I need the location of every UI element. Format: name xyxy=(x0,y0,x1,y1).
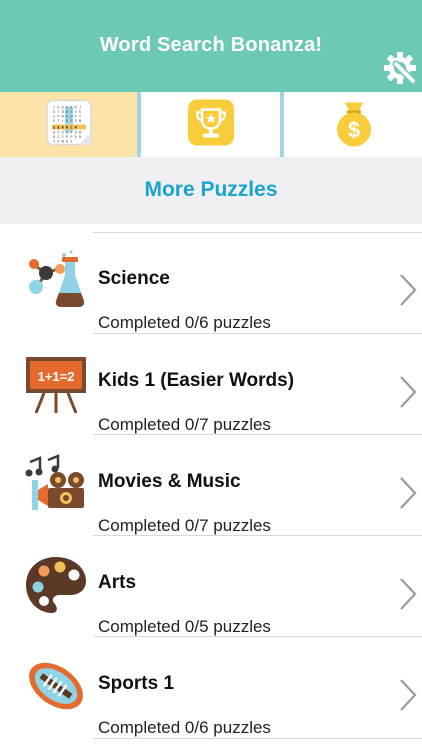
section-header: More Puzzles xyxy=(0,157,422,224)
list-item-kids-1[interactable]: 1+1=2 Kids 1 (Easier Words) Completed 0/… xyxy=(0,334,422,435)
paint-palette-icon xyxy=(24,553,88,617)
category-list[interactable]: Science Completed 0/6 puzzles 1+1=2 Kids… xyxy=(0,224,422,750)
tab-achievements[interactable] xyxy=(141,92,280,157)
svg-text:T O N R J: T O N R J xyxy=(53,139,72,143)
row-divider xyxy=(93,738,422,739)
gear-wrench-icon xyxy=(384,52,417,85)
chalkboard-icon: 1+1=2 xyxy=(24,351,88,415)
svg-text:I E D E K M J: I E D E K M J xyxy=(53,105,81,109)
category-progress: Completed 0/5 puzzles xyxy=(98,617,271,636)
category-title: Science xyxy=(98,268,170,289)
category-title: Arts xyxy=(98,572,137,593)
tab-divider xyxy=(280,92,284,157)
category-title: Kids 1 (Easier Words) xyxy=(98,370,295,391)
chevron-right-icon xyxy=(400,477,417,509)
category-progress: Completed 0/7 puzzles xyxy=(98,516,271,535)
section-title: More Puzzles xyxy=(144,178,278,201)
chevron-right-icon xyxy=(400,274,417,306)
tab-puzzles[interactable]: I E D E K M J E T B W S X K S P M V H P … xyxy=(0,92,137,157)
list-item-arts[interactable]: Arts Completed 0/5 puzzles xyxy=(0,536,422,637)
word-search-grid-icon: I E D E K M J E T B W S X K S P M V H P … xyxy=(45,98,93,151)
category-progress: Completed 0/6 puzzles xyxy=(98,718,271,737)
football-icon xyxy=(24,654,88,718)
tab-bar: I E D E K M J E T B W S X K S P M V H P … xyxy=(0,92,422,157)
money-bag-icon: $ xyxy=(333,98,375,151)
app-title: Word Search Bonanza! xyxy=(99,34,323,56)
chevron-right-icon xyxy=(400,679,417,711)
category-progress: Completed 0/6 puzzles xyxy=(98,313,271,332)
svg-text:E T B W S X K: E T B W S X K xyxy=(53,110,82,114)
chevron-right-icon xyxy=(400,376,417,408)
svg-text:S E A R C H: S E A R C H xyxy=(53,125,77,129)
svg-text:$: $ xyxy=(347,117,359,142)
chalkboard-text: 1+1=2 xyxy=(38,369,75,384)
settings-button[interactable] xyxy=(382,50,418,86)
svg-text:Q T G R J O B: Q T G R J O B xyxy=(53,130,81,134)
category-title: Movies & Music xyxy=(98,471,241,492)
app-header: Word Search Bonanza! xyxy=(0,0,422,92)
category-title: Sports 1 xyxy=(98,673,175,694)
list-item-movies-music[interactable]: Movies & Music Completed 0/7 puzzles xyxy=(0,435,422,536)
tab-store[interactable]: $ xyxy=(285,92,422,157)
svg-text:S P M V H P Y: S P M V H P Y xyxy=(53,114,82,118)
svg-text:X T L Q S G N: X T L Q S G N xyxy=(53,119,81,123)
science-flask-icon xyxy=(24,249,88,313)
svg-text:B S I P P D H: B S I P P D H xyxy=(53,135,81,139)
film-projector-music-icon xyxy=(24,452,88,516)
trophy-icon xyxy=(187,99,234,150)
list-item-sports-1[interactable]: Sports 1 Completed 0/6 puzzles xyxy=(0,637,422,738)
category-progress: Completed 0/7 puzzles xyxy=(98,415,271,434)
chevron-right-icon xyxy=(400,578,417,610)
list-item-science[interactable]: Science Completed 0/6 puzzles xyxy=(0,232,422,333)
